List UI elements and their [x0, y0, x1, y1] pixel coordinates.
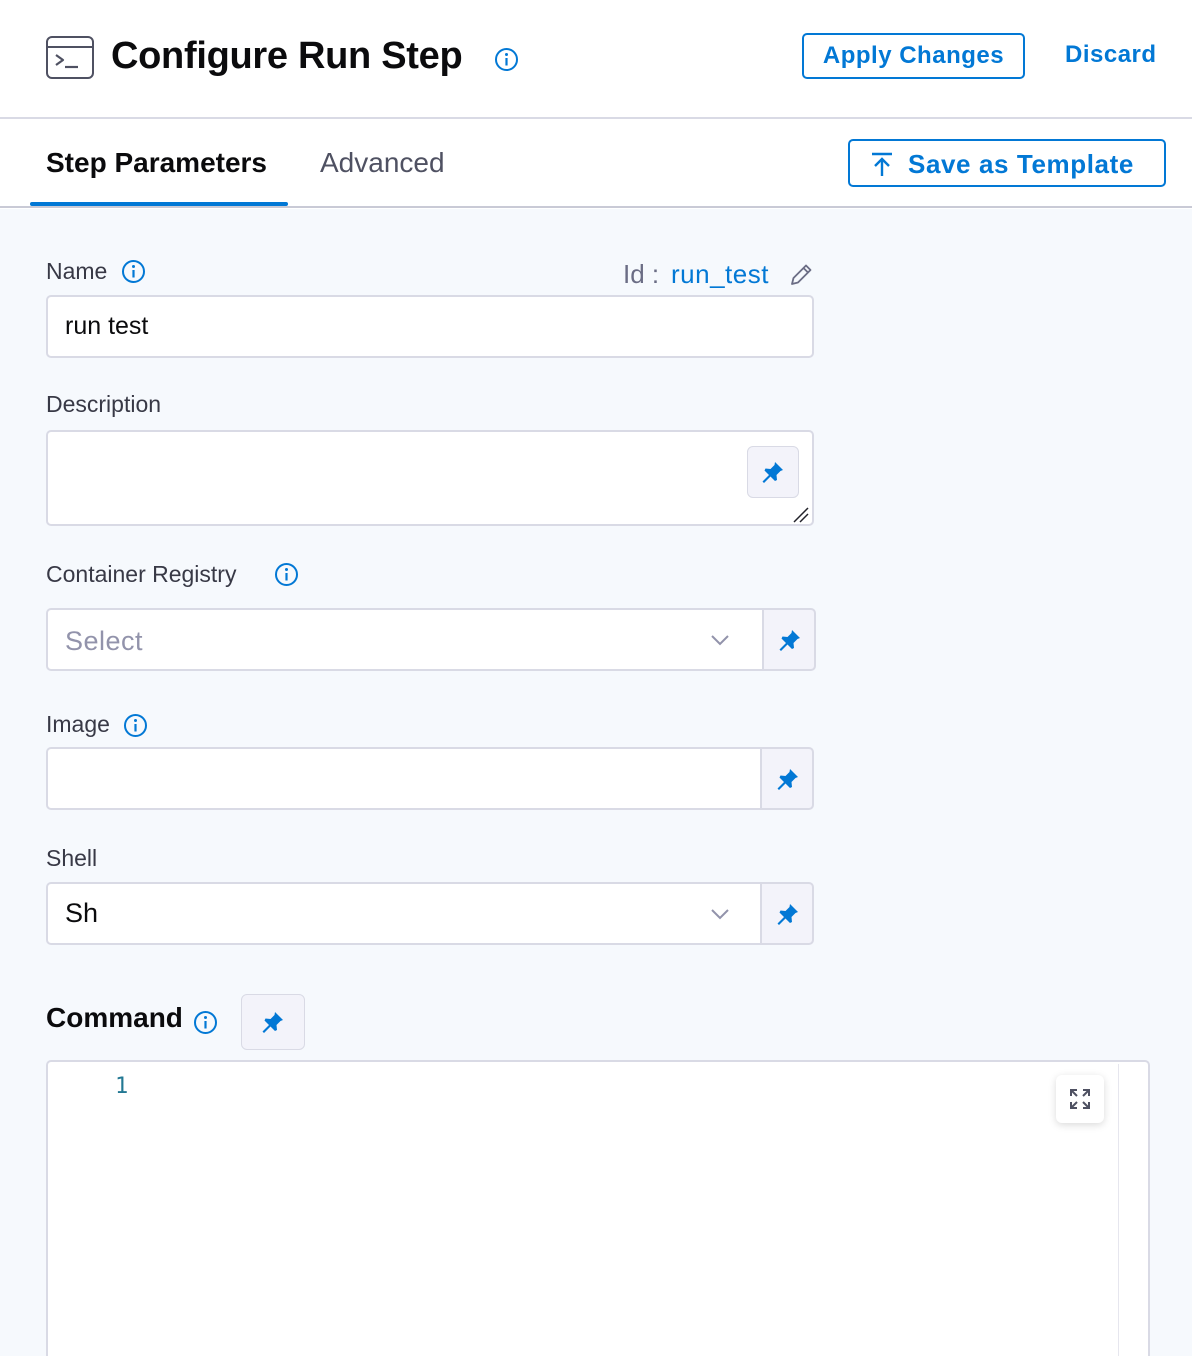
info-icon[interactable] [494, 47, 519, 72]
id-value: run_test [671, 259, 769, 289]
line-number: 1 [115, 1074, 129, 1099]
info-icon[interactable] [121, 259, 146, 289]
pin-icon [262, 1012, 283, 1033]
chevron-down-icon [711, 909, 729, 920]
info-icon[interactable] [123, 713, 148, 743]
command-editor[interactable]: 1 [46, 1060, 1150, 1356]
description-pin-button[interactable] [747, 446, 799, 498]
upload-icon [872, 152, 892, 176]
shell-value: Sh [65, 898, 99, 928]
name-input[interactable]: run test [46, 295, 814, 358]
page-title: Configure Run Step [111, 35, 463, 77]
pin-icon [762, 462, 783, 483]
shell-select[interactable]: Sh [46, 882, 762, 945]
tab-bar: Step Parameters Advanced Save as Templat… [0, 121, 1192, 208]
save-as-template-button[interactable]: Save as Template [848, 139, 1166, 187]
container-registry-placeholder: Select [65, 626, 144, 656]
name-label: Name [46, 258, 107, 285]
image-input[interactable] [46, 747, 762, 810]
editor-scrollbar[interactable] [1118, 1064, 1148, 1356]
image-label: Image [46, 711, 110, 737]
resize-grip-icon[interactable] [792, 506, 810, 524]
pin-icon [777, 904, 798, 925]
command-pin-button[interactable] [241, 994, 305, 1050]
pin-icon [777, 769, 798, 790]
edit-icon[interactable] [788, 262, 814, 293]
apply-changes-button[interactable]: Apply Changes [802, 33, 1025, 79]
tab-step-parameters[interactable]: Step Parameters [46, 147, 267, 179]
expand-editor-button[interactable] [1056, 1075, 1104, 1123]
header: Configure Run Step Apply Changes Discard [0, 0, 1192, 119]
container-registry-label: Container Registry [46, 561, 237, 587]
active-tab-indicator [30, 202, 288, 206]
container-registry-pin-button[interactable] [762, 608, 816, 671]
shell-label: Shell [46, 845, 98, 871]
name-input-value: run test [65, 312, 149, 340]
image-pin-button[interactable] [760, 747, 814, 810]
pin-icon [779, 630, 800, 651]
save-as-template-label: Save as Template [908, 149, 1134, 179]
shell-pin-button[interactable] [760, 882, 814, 945]
chevron-down-icon [711, 635, 729, 646]
container-registry-select[interactable]: Select [46, 608, 764, 671]
expand-icon [1070, 1089, 1090, 1109]
command-label: Command [46, 1002, 183, 1033]
tab-advanced[interactable]: Advanced [320, 147, 445, 179]
step-form: Name Id : run_test run test Description [0, 209, 1192, 1356]
id-label: Id : [623, 259, 660, 289]
description-label: Description [46, 391, 162, 417]
description-textarea[interactable] [46, 430, 814, 526]
name-label-text: Name [46, 258, 108, 284]
terminal-icon [46, 36, 94, 79]
info-icon[interactable] [274, 562, 299, 592]
discard-link[interactable]: Discard [1065, 41, 1157, 69]
info-icon[interactable] [193, 1010, 218, 1040]
